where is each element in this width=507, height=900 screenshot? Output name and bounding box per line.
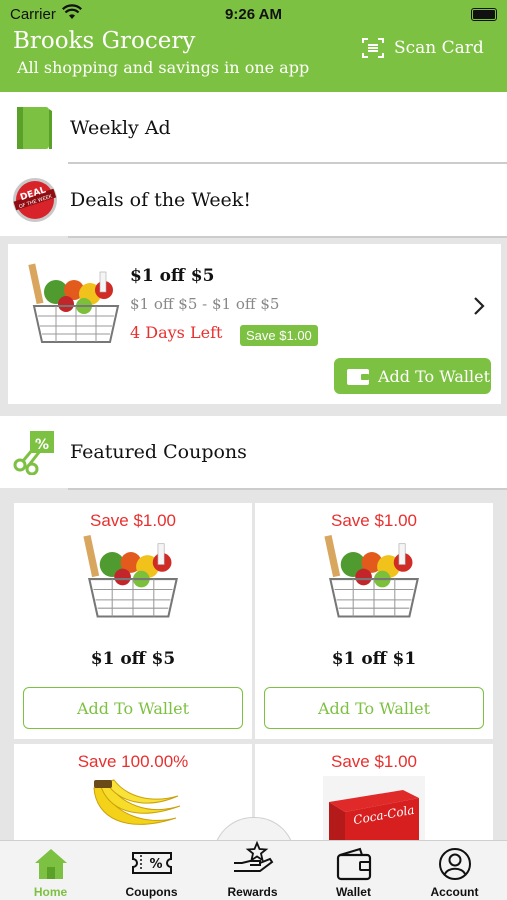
weekly-ad-row[interactable]: Weekly Ad — [0, 92, 507, 164]
deal-add-to-wallet-button[interactable]: Add To Wallet — [334, 358, 491, 394]
coupon-add-to-wallet-button[interactable]: Add To Wallet — [264, 687, 484, 729]
wallet-icon — [347, 369, 369, 385]
rewards-hand-star-icon — [233, 841, 273, 872]
tab-home[interactable]: Home — [0, 841, 101, 900]
coupon-save-text: Save $1.00 — [330, 511, 417, 530]
coupon-save-text: Save 100.00% — [77, 752, 189, 771]
tab-rewards-label: Rewards — [227, 885, 278, 899]
weekly-ad-book-icon — [17, 107, 52, 149]
coupon-card[interactable]: Save $1.00 $1 off $1 Add To Wallet — [255, 503, 493, 739]
chevron-right-icon[interactable] — [473, 296, 485, 316]
tab-coupons[interactable]: % Coupons — [101, 841, 202, 900]
tab-home-label: Home — [33, 885, 68, 899]
scan-card-label: Scan Card — [394, 38, 484, 58]
tab-bar: Home % Coupons Rewards Wallet Account — [0, 840, 507, 900]
tab-rewards[interactable]: Rewards — [202, 841, 303, 900]
battery-icon — [471, 8, 497, 21]
banana-image — [93, 779, 181, 825]
featured-coupons-label: Featured Coupons — [70, 441, 247, 463]
deal-add-to-wallet-label: Add To Wallet — [378, 366, 490, 386]
coupon-title: $1 off $5 — [90, 649, 176, 669]
scan-card-button[interactable]: Scan Card — [362, 37, 484, 59]
coupon-save-text: Save $1.00 — [89, 511, 176, 530]
coupon-card[interactable]: Save $1.00 $1 off $5 Add To Wallet — [14, 503, 252, 739]
status-bar: Carrier 9:26 AM — [10, 4, 497, 26]
deal-save-badge: Save $1.00 — [240, 325, 318, 346]
coupon-title: $1 off $1 — [331, 649, 417, 669]
deal-days-left: 4 Days Left — [130, 323, 223, 342]
app-subtitle: All shopping and savings in one app — [17, 58, 310, 77]
deals-of-the-week-label: Deals of the Week! — [70, 189, 251, 211]
deal-subtitle: $1 off $5 - $1 off $5 — [130, 295, 280, 313]
account-person-icon — [438, 848, 471, 880]
scan-card-icon — [362, 38, 384, 58]
divider — [68, 488, 507, 490]
deal-of-the-week-badge-icon: DEAL OF THE WEEK — [13, 178, 57, 222]
coupon-ticket-icon: % — [131, 852, 172, 874]
status-time: 9:26 AM — [225, 6, 282, 23]
grocery-basket-image — [28, 263, 120, 343]
coupon-card[interactable]: Save 100.00% — [14, 744, 252, 840]
tab-coupons-label: Coupons — [125, 885, 178, 899]
grocery-basket-image — [83, 534, 178, 618]
home-icon — [34, 849, 67, 879]
tab-account[interactable]: Account — [404, 841, 505, 900]
tab-account-label: Account — [430, 885, 479, 899]
coupon-save-text: Save $1.00 — [330, 752, 417, 771]
coca-cola-pack-image: Coca-Cola — [323, 776, 425, 840]
tab-wallet-label: Wallet — [336, 885, 371, 899]
coupon-add-to-wallet-button[interactable]: Add To Wallet — [23, 687, 243, 729]
wallet-icon — [336, 847, 371, 881]
grocery-basket-image — [324, 534, 419, 618]
deals-of-the-week-row[interactable]: DEAL OF THE WEEK Deals of the Week! — [0, 164, 507, 236]
svg-text:%: % — [149, 857, 162, 872]
coupon-scissors-icon: % — [13, 431, 54, 475]
deal-card[interactable]: $1 off $5 $1 off $5 - $1 off $5 4 Days L… — [8, 244, 501, 404]
tab-wallet[interactable]: Wallet — [303, 841, 404, 900]
featured-coupons-row[interactable]: % Featured Coupons — [0, 416, 507, 488]
deal-title: $1 off $5 — [130, 266, 215, 286]
weekly-ad-label: Weekly Ad — [70, 117, 171, 139]
divider — [68, 236, 507, 238]
app-header: Carrier 9:26 AM Brooks Grocery All shopp… — [0, 0, 507, 92]
coupon-card[interactable]: Save $1.00 Coca-Cola — [255, 744, 493, 840]
app-title: Brooks Grocery — [13, 28, 196, 54]
